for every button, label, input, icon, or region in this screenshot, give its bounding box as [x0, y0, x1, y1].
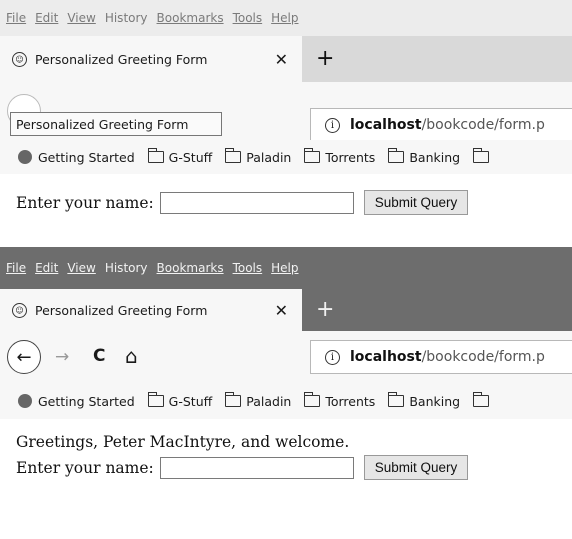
- close-tab-icon[interactable]: ✕: [275, 301, 288, 320]
- menu-tools[interactable]: Tools: [233, 11, 263, 25]
- url-path: /bookcode/form.p: [421, 349, 545, 365]
- bookmark-label: Banking: [409, 393, 461, 409]
- screenshot-before-submit: File Edit View History Bookmarks Tools H…: [0, 0, 572, 247]
- bookmark-label: Getting Started: [38, 149, 135, 165]
- folder-icon: [473, 148, 490, 163]
- folder-icon: [304, 148, 321, 163]
- page-content: Enter your name: Submit Query: [0, 174, 572, 247]
- tab-title: Personalized Greeting Form: [35, 302, 208, 318]
- bookmark-overflow[interactable]: [473, 392, 494, 407]
- screenshot-after-submit: File Edit View History Bookmarks Tools H…: [0, 247, 572, 539]
- url-host: localhost: [350, 349, 422, 365]
- page-content: Greetings, Peter MacIntyre, and welcome.…: [0, 419, 572, 539]
- menu-edit[interactable]: Edit: [35, 261, 58, 275]
- back-button[interactable]: ←: [7, 340, 41, 374]
- reload-icon[interactable]: C: [93, 346, 105, 366]
- navigation-toolbar: ← → C ⌂ i localhost/bookcode/form.p: [0, 331, 572, 383]
- bookmark-label: Torrents: [325, 149, 376, 165]
- bookmark-paladin[interactable]: Paladin: [225, 148, 292, 165]
- bookmark-getting-started[interactable]: Getting Started: [18, 150, 135, 165]
- menu-bookmarks[interactable]: Bookmarks: [157, 11, 224, 25]
- tab-greeting-form[interactable]: ☺ Personalized Greeting Form ✕: [0, 36, 302, 82]
- home-icon[interactable]: ⌂: [125, 344, 138, 368]
- name-label: Enter your name:: [16, 458, 154, 477]
- page-favicon-icon: ☺: [12, 302, 27, 318]
- tab-strip: ☺ Personalized Greeting Form ✕ +: [0, 36, 572, 82]
- forward-arrow-icon[interactable]: →: [55, 347, 69, 367]
- folder-icon: [225, 148, 242, 163]
- menu-help[interactable]: Help: [271, 11, 298, 25]
- submit-query-button[interactable]: Submit Query: [363, 190, 469, 215]
- bookmark-label: Paladin: [246, 149, 292, 165]
- bookmark-label: Torrents: [325, 393, 376, 409]
- url-path: /bookcode/form.p: [421, 117, 545, 133]
- folder-icon: [388, 392, 405, 407]
- tab-title: Personalized Greeting Form: [35, 51, 208, 67]
- bookmark-label: Getting Started: [38, 393, 135, 409]
- new-tab-icon[interactable]: +: [316, 299, 334, 321]
- address-bar[interactable]: i localhost/bookcode/form.p: [310, 108, 572, 142]
- tab-strip: ☺ Personalized Greeting Form ✕ +: [0, 289, 572, 331]
- page-favicon-icon: ☺: [12, 51, 27, 67]
- bookmark-label: G-Stuff: [168, 149, 213, 165]
- folder-icon: [225, 392, 242, 407]
- menu-history[interactable]: History: [105, 261, 148, 275]
- bookmark-torrents[interactable]: Torrents: [304, 392, 376, 409]
- bookmark-paladin[interactable]: Paladin: [225, 392, 292, 409]
- menu-help[interactable]: Help: [271, 261, 298, 275]
- name-form: Enter your name: Submit Query: [16, 455, 469, 480]
- name-label: Enter your name:: [16, 193, 154, 212]
- menu-file[interactable]: File: [6, 261, 26, 275]
- menu-bar: File Edit View History Bookmarks Tools H…: [0, 0, 572, 36]
- back-arrow-icon: ←: [16, 346, 32, 368]
- menu-view[interactable]: View: [67, 261, 95, 275]
- bookmark-torrents[interactable]: Torrents: [304, 148, 376, 165]
- folder-icon: [473, 392, 490, 407]
- tab-tooltip: Personalized Greeting Form: [10, 112, 222, 136]
- folder-icon: [304, 392, 321, 407]
- folder-icon: [147, 148, 164, 163]
- close-tab-icon[interactable]: ✕: [275, 50, 288, 69]
- name-input[interactable]: [159, 456, 354, 479]
- bookmark-getting-started[interactable]: Getting Started: [18, 394, 135, 409]
- bookmarks-toolbar: Getting Started G-Stuff Paladin Torrents…: [0, 140, 572, 174]
- folder-icon: [147, 392, 164, 407]
- name-input[interactable]: [159, 191, 354, 214]
- name-form: Enter your name: Submit Query: [16, 190, 469, 215]
- bookmarks-toolbar: Getting Started G-Stuff Paladin Torrents…: [0, 383, 572, 419]
- bookmark-g-stuff[interactable]: G-Stuff: [147, 392, 213, 409]
- folder-icon: [388, 148, 405, 163]
- menu-file[interactable]: File: [6, 11, 26, 25]
- bookmark-overflow[interactable]: [473, 148, 494, 163]
- submit-query-button[interactable]: Submit Query: [363, 455, 469, 480]
- address-bar[interactable]: i localhost/bookcode/form.p: [310, 340, 572, 374]
- menu-edit[interactable]: Edit: [35, 11, 58, 25]
- bookmark-banking[interactable]: Banking: [388, 392, 461, 409]
- new-tab-icon[interactable]: +: [316, 48, 334, 70]
- menu-bar: File Edit View History Bookmarks Tools H…: [0, 247, 572, 289]
- firefox-globe-icon: [18, 150, 32, 164]
- bookmark-label: Banking: [409, 149, 461, 165]
- menu-bookmarks[interactable]: Bookmarks: [157, 261, 224, 275]
- bookmark-banking[interactable]: Banking: [388, 148, 461, 165]
- menu-history[interactable]: History: [105, 11, 148, 25]
- info-icon[interactable]: i: [325, 349, 340, 365]
- menu-view[interactable]: View: [67, 11, 95, 25]
- url-host: localhost: [350, 117, 422, 133]
- bookmark-label: G-Stuff: [168, 393, 213, 409]
- menu-tools[interactable]: Tools: [233, 261, 263, 275]
- greeting-message: Greetings, Peter MacIntyre, and welcome.: [16, 433, 350, 451]
- firefox-globe-icon: [18, 394, 32, 408]
- bookmark-g-stuff[interactable]: G-Stuff: [147, 148, 213, 165]
- bookmark-label: Paladin: [246, 393, 292, 409]
- tab-greeting-form[interactable]: ☺ Personalized Greeting Form ✕: [0, 289, 302, 331]
- info-icon[interactable]: i: [325, 117, 340, 133]
